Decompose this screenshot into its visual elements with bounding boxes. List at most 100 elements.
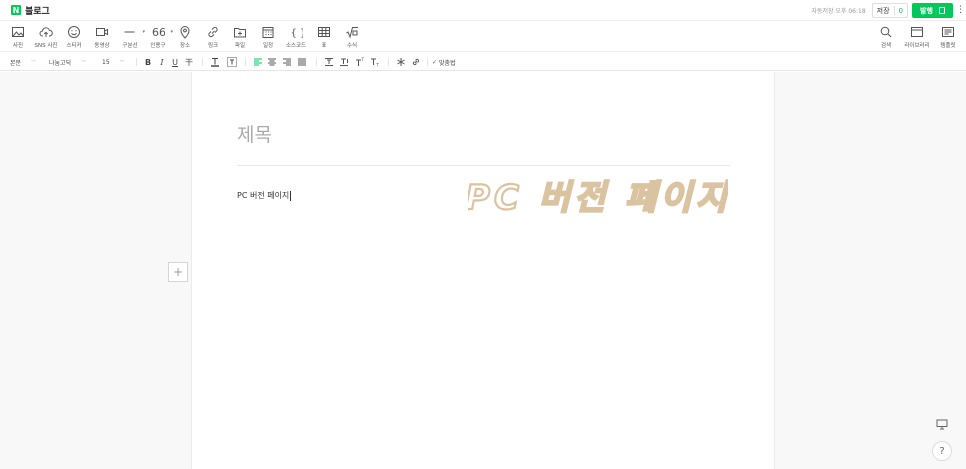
letter-spacing-icon bbox=[340, 58, 348, 66]
plus-icon: + bbox=[172, 265, 184, 279]
pc-version-watermark: PC 버전 페이지 bbox=[468, 177, 728, 219]
superscript-button[interactable]: T bbox=[354, 56, 366, 68]
link-icon bbox=[208, 26, 218, 38]
align-right-icon bbox=[283, 58, 291, 66]
map-pin-icon bbox=[180, 26, 190, 39]
document-canvas: 제목 PC 버전 페이지 PC 버전 페이지 bbox=[193, 72, 774, 469]
title-divider bbox=[237, 165, 730, 166]
asterisk-icon bbox=[397, 58, 405, 66]
code-braces-icon: { } bbox=[291, 28, 304, 39]
body-paragraph[interactable]: PC 버전 페이지 bbox=[237, 190, 292, 201]
toolbar-formula[interactable]: 수식 bbox=[338, 25, 366, 49]
square-root-icon bbox=[346, 27, 358, 39]
publish-doc-icon bbox=[938, 7, 945, 14]
bold-button[interactable]: B bbox=[142, 56, 154, 68]
smiley-icon bbox=[68, 26, 80, 38]
toolbar-place[interactable]: 장소 bbox=[171, 25, 199, 49]
link-format-button[interactable] bbox=[410, 56, 422, 68]
toolbar-link[interactable]: 링크 bbox=[199, 25, 227, 49]
template-icon bbox=[942, 27, 954, 37]
save-button[interactable]: 저장 0 bbox=[871, 3, 908, 18]
table-icon bbox=[318, 27, 330, 37]
font-size-select[interactable]: 15 ﹀ bbox=[102, 56, 125, 68]
strikethrough-button[interactable]: 干 bbox=[183, 56, 195, 68]
spellcheck-button[interactable]: ✓ 맞춤법 bbox=[432, 56, 456, 68]
pc-preview-button[interactable] bbox=[932, 414, 952, 434]
subscript-button[interactable]: T bbox=[369, 56, 381, 68]
photo-icon bbox=[12, 27, 24, 37]
search-icon bbox=[880, 26, 892, 38]
text-color-button[interactable] bbox=[209, 56, 221, 68]
horizontal-line-icon bbox=[124, 31, 135, 33]
svg-text:66: 66 bbox=[152, 26, 165, 39]
cloud-upload-icon bbox=[39, 27, 53, 37]
background-color-button[interactable] bbox=[226, 56, 238, 68]
line-height-icon bbox=[325, 58, 333, 66]
publish-label: 발행 bbox=[920, 6, 933, 15]
library-icon bbox=[911, 27, 923, 37]
toolbar-search[interactable]: 검색 bbox=[872, 25, 900, 49]
right-margin bbox=[774, 72, 966, 469]
calendar-icon bbox=[262, 27, 274, 38]
header-actions: 자동저장 오후 06:18 저장 0 발행 ⋮ bbox=[811, 0, 966, 21]
align-center-button[interactable] bbox=[266, 56, 278, 68]
chevron-down-icon: ﹀ bbox=[119, 59, 125, 66]
letter-spacing-button[interactable] bbox=[338, 56, 350, 68]
underline-button[interactable]: U bbox=[169, 56, 181, 68]
check-icon: ✓ bbox=[432, 58, 438, 66]
line-height-button[interactable] bbox=[323, 56, 335, 68]
save-label: 저장 bbox=[876, 6, 890, 15]
paragraph-style-select[interactable]: 본문 ﹀ bbox=[10, 56, 36, 68]
align-right-button[interactable] bbox=[281, 56, 293, 68]
toolbar-video[interactable]: 동영상 bbox=[88, 25, 116, 49]
monitor-icon bbox=[936, 419, 948, 430]
link-icon bbox=[412, 58, 420, 66]
toolbar-library[interactable]: 라이브러리 bbox=[903, 25, 931, 49]
saved-count[interactable]: 0 bbox=[899, 7, 903, 15]
italic-button[interactable]: I bbox=[156, 56, 168, 68]
add-component-button[interactable]: + bbox=[168, 262, 188, 282]
chevron-down-icon: ﹀ bbox=[31, 59, 37, 66]
toolbar-schedule[interactable]: 일정 bbox=[254, 25, 282, 49]
left-margin bbox=[0, 72, 192, 469]
toolbar-photo[interactable]: 사진 bbox=[4, 25, 32, 49]
subscript-icon: T bbox=[371, 58, 380, 67]
toolbar-template[interactable]: 템플릿 bbox=[934, 25, 962, 49]
video-icon bbox=[96, 28, 108, 36]
superscript-icon: T bbox=[356, 57, 365, 66]
font-family-select[interactable]: 나눔고딕 ﹀ bbox=[49, 56, 86, 68]
blog-logo[interactable]: N 블로그 bbox=[11, 4, 50, 17]
toolbar-file[interactable]: 파일 bbox=[226, 25, 254, 49]
toolbar-divider[interactable]: ▾ 구분선 bbox=[116, 25, 145, 49]
watermark-text: PC 버전 페이지 bbox=[468, 178, 728, 218]
toolbar-sticker[interactable]: 스티커 bbox=[60, 25, 88, 49]
help-button[interactable]: ? bbox=[932, 441, 952, 461]
toolbar-source-code[interactable]: { } 소스코드 bbox=[282, 25, 310, 49]
svg-text:{ }: { } bbox=[291, 28, 304, 39]
title-input[interactable]: 제목 bbox=[237, 120, 272, 147]
blog-logo-text: 블로그 bbox=[25, 6, 50, 17]
top-header: N 블로그 자동저장 오후 06:18 저장 0 발행 ⋮ bbox=[0, 0, 966, 21]
more-menu-icon[interactable]: ⋮ bbox=[956, 6, 965, 15]
align-left-button[interactable] bbox=[252, 56, 264, 68]
quote-icon: 66 bbox=[152, 26, 165, 39]
align-justify-button[interactable] bbox=[296, 56, 308, 68]
toolbar-quote[interactable]: 66 ▾ 인용구 bbox=[144, 25, 173, 49]
naver-logo-icon: N bbox=[11, 5, 21, 15]
align-center-icon bbox=[268, 58, 276, 66]
special-char-button[interactable] bbox=[395, 56, 407, 68]
chevron-down-icon: ﹀ bbox=[81, 59, 87, 66]
svg-text:T: T bbox=[361, 57, 365, 62]
text-cursor bbox=[290, 190, 292, 201]
blog-editor: N 블로그 자동저장 오후 06:18 저장 0 발행 ⋮ 사진 SNS 사진 bbox=[0, 0, 966, 469]
publish-button[interactable]: 발행 bbox=[912, 3, 953, 18]
text-background-icon bbox=[227, 57, 237, 67]
text-color-icon bbox=[211, 58, 219, 67]
format-toolbar: 본문 ﹀ 나눔고딕 ﹀ 15 ﹀ B I U 干 T T ✓ 맞춤법 bbox=[0, 53, 966, 71]
insert-toolbar: 사진 SNS 사진 스티커 동영상 ▾ 구분선 66 ▾ 인용구 장소 링크 파… bbox=[0, 22, 966, 52]
toolbar-table[interactable]: 표 bbox=[310, 25, 338, 49]
file-plus-icon bbox=[234, 28, 246, 38]
autosave-status: 자동저장 오후 06:18 bbox=[811, 8, 866, 15]
align-left-icon bbox=[254, 58, 262, 66]
toolbar-sns-photo[interactable]: SNS 사진 bbox=[32, 25, 60, 49]
